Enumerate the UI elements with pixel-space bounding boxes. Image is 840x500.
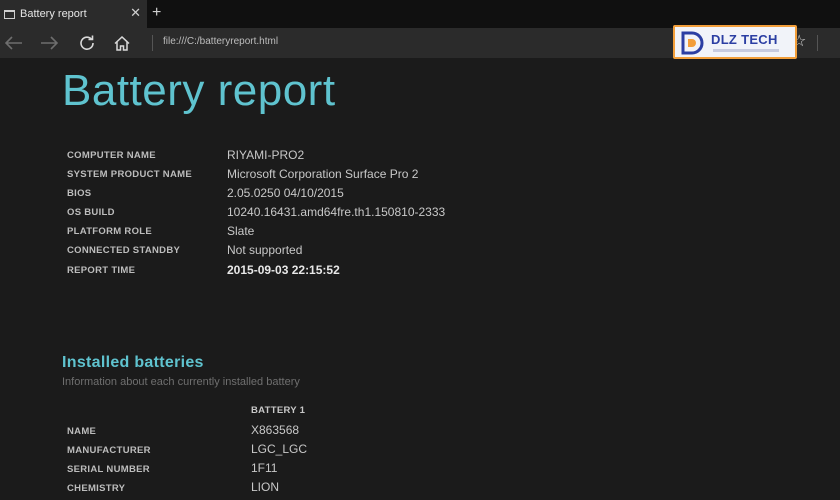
info-value: Slate <box>227 224 255 238</box>
battery-label: MANUFACTURER <box>67 445 151 456</box>
home-icon[interactable] <box>111 32 133 54</box>
battery-value: X863568 <box>251 423 300 437</box>
info-label: SYSTEM PRODUCT NAME <box>67 169 192 180</box>
dlz-tech-logo: DLZ TECH <box>673 25 797 59</box>
info-label: OS BUILD <box>67 207 115 218</box>
tab-battery-report[interactable]: Battery report ✕ <box>0 0 147 28</box>
tab-strip: Battery report ✕ + <box>0 0 840 28</box>
info-row-computer-name: COMPUTER NAME RIYAMI-PRO2 <box>67 147 567 166</box>
battery-label: NAME <box>67 426 97 437</box>
info-label: BIOS <box>67 188 92 199</box>
info-row-system-product-name: SYSTEM PRODUCT NAME Microsoft Corporatio… <box>67 166 567 185</box>
tab-title: Battery report <box>20 8 87 20</box>
address-divider <box>152 35 153 51</box>
report-title: Battery report <box>62 66 336 115</box>
info-row-report-time: REPORT TIME 2015-09-03 22:15:52 <box>67 262 567 281</box>
close-tab-icon[interactable]: ✕ <box>130 6 141 20</box>
info-row-bios: BIOS 2.05.0250 04/10/2015 <box>67 185 567 204</box>
logo-text: DLZ TECH <box>711 32 778 47</box>
info-value: RIYAMI-PRO2 <box>227 148 305 162</box>
new-tab-button[interactable]: + <box>152 4 161 22</box>
info-value: Not supported <box>227 243 303 257</box>
battery-value: 1F11 <box>251 461 278 475</box>
back-icon[interactable] <box>3 32 25 54</box>
info-row-connected-standby: CONNECTED STANDBY Not supported <box>67 242 567 261</box>
battery-value: LGC_LGC <box>251 442 308 456</box>
refresh-icon[interactable] <box>76 32 98 54</box>
info-label: PLATFORM ROLE <box>67 226 152 237</box>
installed-batteries-heading: Installed batteries <box>62 354 204 371</box>
battery-row-chemistry: CHEMISTRY LION <box>67 479 467 498</box>
info-value: Microsoft Corporation Surface Pro 2 <box>227 167 419 181</box>
battery-row-manufacturer: MANUFACTURER LGC_LGC <box>67 441 467 460</box>
tab-page-icon <box>4 9 15 19</box>
info-label: COMPUTER NAME <box>67 150 156 161</box>
info-row-os-build: OS BUILD 10240.16431.amd64fre.th1.150810… <box>67 204 567 223</box>
battery-row-serial-number: SERIAL NUMBER 1F11 <box>67 460 467 479</box>
battery-value: LION <box>251 480 280 494</box>
info-value: 2015-09-03 22:15:52 <box>227 263 340 277</box>
toolbar-divider <box>817 35 818 51</box>
info-row-platform-role: PLATFORM ROLE Slate <box>67 223 567 242</box>
logo-tagline-bar <box>713 49 779 52</box>
info-label: CONNECTED STANDBY <box>67 245 181 256</box>
info-value: 2.05.0250 04/10/2015 <box>227 186 344 200</box>
dlz-logo-icon <box>681 31 704 55</box>
installed-batteries-subtitle: Information about each currently install… <box>62 376 300 388</box>
forward-icon[interactable] <box>38 32 60 54</box>
battery-label: CHEMISTRY <box>67 483 126 494</box>
info-label: REPORT TIME <box>67 265 136 276</box>
battery-column-header: BATTERY 1 <box>251 405 306 416</box>
address-bar[interactable]: file:///C:/batteryreport.html <box>163 36 278 47</box>
battery-row-name: NAME X863568 <box>67 422 467 441</box>
info-value: 10240.16431.amd64fre.th1.150810-2333 <box>227 205 446 219</box>
battery-label: SERIAL NUMBER <box>67 464 150 475</box>
